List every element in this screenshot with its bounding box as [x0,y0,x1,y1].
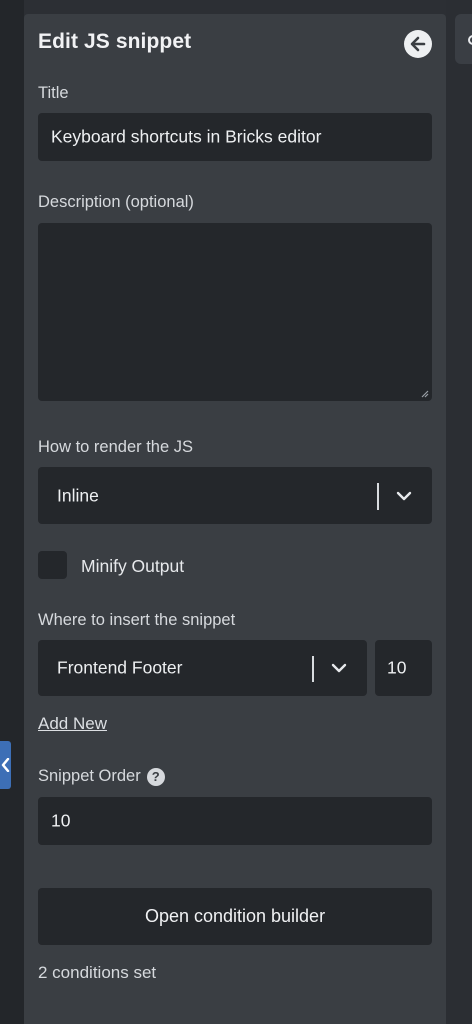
collapse-sidebar-tab[interactable] [0,741,11,789]
insert-location-select[interactable]: Frontend Footer [38,640,367,696]
insert-priority-input[interactable]: 10 [375,640,432,696]
title-input[interactable]: Keyboard shortcuts in Bricks editor [38,113,432,161]
select-separator [312,656,314,682]
render-select-value: Inline [57,485,99,505]
snippet-order-value: 10 [51,810,71,831]
snippet-order-label-text: Snippet Order [38,767,141,785]
select-separator [377,483,379,510]
canvas-area-strip [446,0,472,1024]
arrow-left-icon [410,36,426,52]
edit-snippet-panel: Edit JS snippet Title Keyboard shortcuts… [24,14,446,1024]
circle-icon [468,35,472,45]
minify-checkbox[interactable] [38,551,67,579]
render-select[interactable]: Inline [38,467,432,524]
title-label: Title [38,84,69,102]
snippet-order-label: Snippet Order? [38,767,165,786]
render-label: How to render the JS [38,438,193,456]
question-mark-icon[interactable]: ? [146,767,165,786]
minify-label: Minify Output [81,556,185,576]
panel-title: Edit JS snippet [38,30,192,53]
description-textarea[interactable] [38,223,432,401]
chevron-down-icon [331,663,347,673]
snippet-order-input[interactable]: 10 [38,797,432,845]
open-condition-builder-button[interactable]: Open condition builder [38,888,432,945]
chevron-left-icon [1,758,10,772]
panel-header: Edit JS snippet [38,30,432,58]
left-sidebar-strip [0,0,24,1024]
description-label: Description (optional) [38,193,194,211]
insert-select-value: Frontend Footer [57,657,183,678]
chevron-down-icon [396,491,412,500]
back-button[interactable] [404,30,432,58]
title-input-value: Keyboard shortcuts in Bricks editor [51,126,322,147]
conditions-status: 2 conditions set [38,963,157,982]
canvas-toolbar-button[interactable] [455,14,472,64]
add-new-link[interactable]: Add New [38,714,107,734]
insert-priority-value: 10 [387,657,407,678]
resize-grip-icon[interactable] [421,390,429,398]
insert-label: Where to insert the snippet [38,611,236,629]
